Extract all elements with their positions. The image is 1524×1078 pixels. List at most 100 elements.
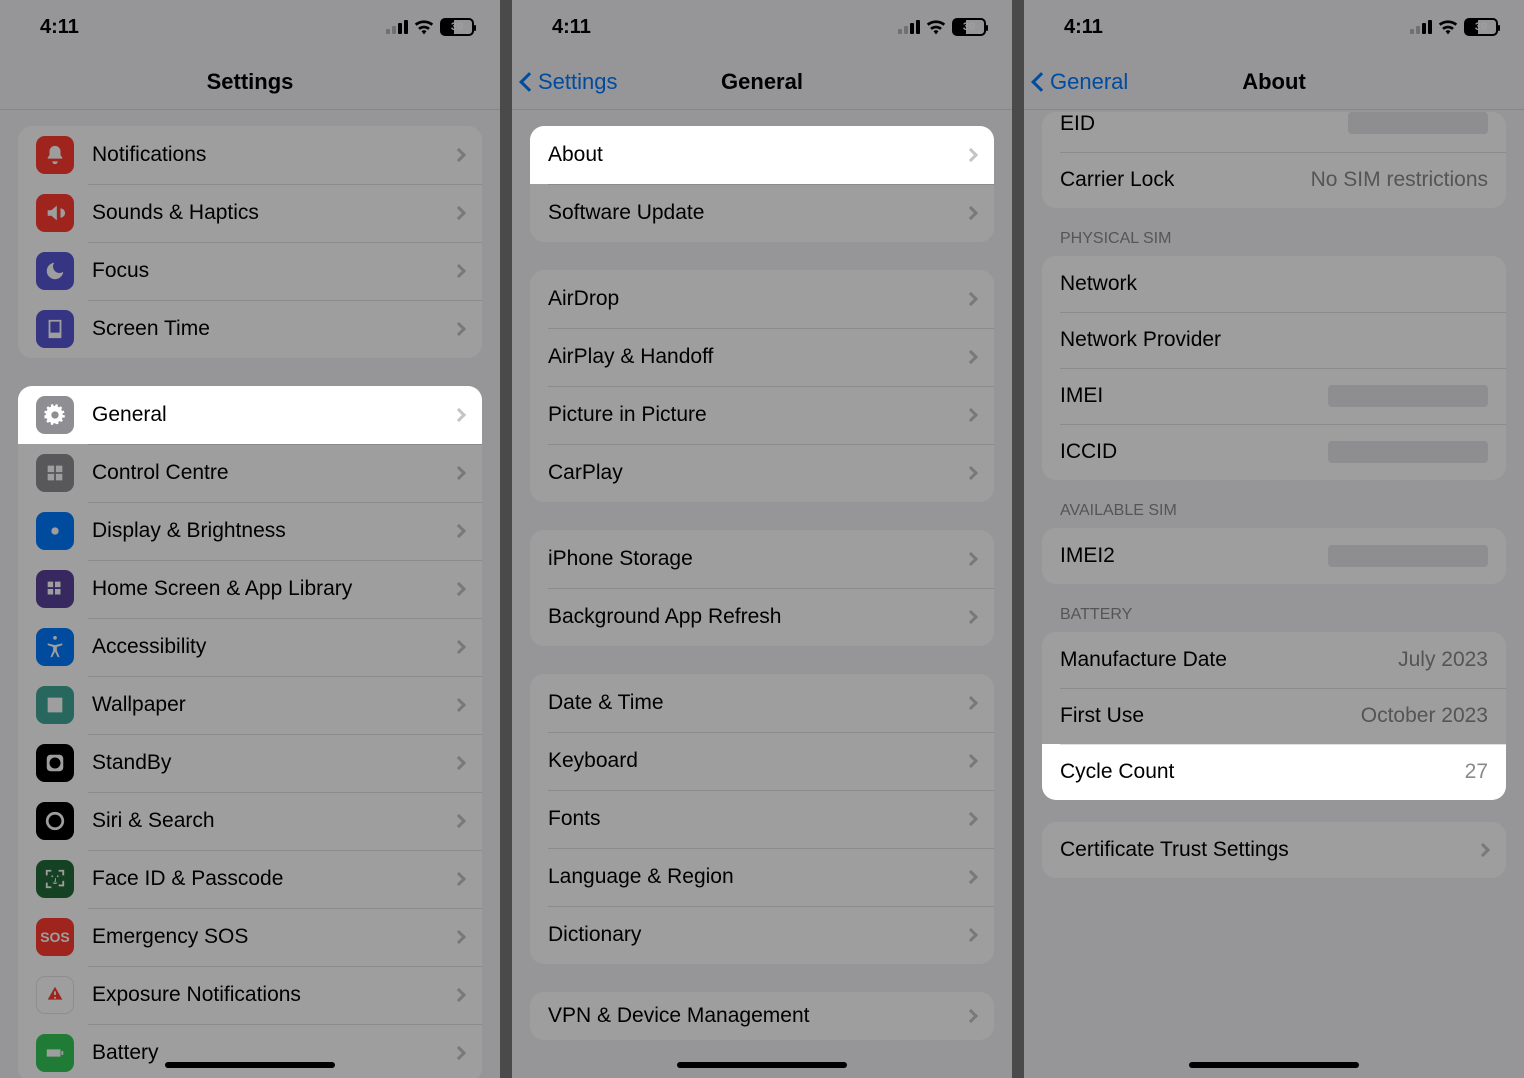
chevron-right-icon (452, 640, 466, 654)
sounds-icon (36, 194, 74, 232)
row-label: Date & Time (548, 691, 956, 715)
row-label: IMEI (1060, 384, 1328, 408)
settings-row-exposure-notifications[interactable]: Exposure Notifications (18, 966, 482, 1024)
row-label: Exposure Notifications (92, 983, 444, 1007)
section-header-physical-sim: PHYSICAL SIM (1042, 230, 1506, 256)
chevron-right-icon (964, 350, 978, 364)
about-group: EIDCarrier LockNo SIM restrictions (1042, 112, 1506, 208)
about-list[interactable]: EIDCarrier LockNo SIM restrictions PHYSIC… (1024, 110, 1524, 900)
about-row-certificate-trust-settings[interactable]: Certificate Trust Settings (1042, 822, 1506, 878)
general-group: AirDrop AirPlay & Handoff Picture in Pictu… (530, 270, 994, 502)
settings-row-notifications[interactable]: Notifications (18, 126, 482, 184)
settings-list[interactable]: NotificationsSounds & Haptics Focus Screen… (0, 110, 500, 1078)
row-label: AirPlay & Handoff (548, 345, 956, 369)
back-button[interactable]: Settings (512, 69, 618, 95)
general-row-about[interactable]: About (530, 126, 994, 184)
home-indicator[interactable] (165, 1062, 335, 1068)
settings-group: GeneralControl CentreDisplay & Brightnes… (18, 386, 482, 1078)
row-value: October 2023 (1361, 704, 1488, 728)
sos-icon: SOS (36, 918, 74, 956)
chevron-right-icon (452, 466, 466, 480)
notifications-icon (36, 136, 74, 174)
settings-row-general[interactable]: General (18, 386, 482, 444)
general-list[interactable]: About Software Update AirDrop AirPlay & Han… (512, 110, 1012, 1068)
row-label: Network (1060, 272, 1488, 296)
faceid-icon (36, 860, 74, 898)
row-label: Dictionary (548, 923, 956, 947)
general-row-background-app-refresh[interactable]: Background App Refresh (530, 588, 994, 646)
settings-row-home-screen-app-library[interactable]: Home Screen & App Library (18, 560, 482, 618)
chevron-right-icon (452, 988, 466, 1002)
settings-row-display-brightness[interactable]: Display & Brightness (18, 502, 482, 560)
chevron-right-icon (964, 812, 978, 826)
general-row-airdrop[interactable]: AirDrop (530, 270, 994, 328)
row-label: ICCID (1060, 440, 1328, 464)
settings-row-sounds-haptics[interactable]: Sounds & Haptics (18, 184, 482, 242)
row-label: Wallpaper (92, 693, 444, 717)
chevron-right-icon (452, 698, 466, 712)
about-row-first-use: First UseOctober 2023 (1042, 688, 1506, 744)
back-button[interactable]: General (1024, 69, 1128, 95)
general-icon (36, 396, 74, 434)
status-time: 4:11 (1064, 16, 1103, 39)
settings-row-screen-time[interactable]: Screen Time (18, 300, 482, 358)
general-row-language-region[interactable]: Language & Region (530, 848, 994, 906)
row-value: No SIM restrictions (1311, 168, 1488, 192)
chevron-right-icon (964, 206, 978, 220)
general-row-carplay[interactable]: CarPlay (530, 444, 994, 502)
about-row-imei: IMEI (1042, 368, 1506, 424)
general-row-picture-in-picture[interactable]: Picture in Picture (530, 386, 994, 444)
general-row-airplay-handoff[interactable]: AirPlay & Handoff (530, 328, 994, 386)
row-label: About (548, 143, 956, 167)
row-label: iPhone Storage (548, 547, 956, 571)
battery-icon: 39 (952, 18, 986, 36)
row-label: Fonts (548, 807, 956, 831)
general-row-vpn-device-management[interactable]: VPN & Device Management (530, 992, 994, 1040)
chevron-right-icon (964, 754, 978, 768)
section-header-available-sim: AVAILABLE SIM (1042, 502, 1506, 528)
row-label: First Use (1060, 704, 1361, 728)
home-indicator[interactable] (677, 1062, 847, 1068)
general-row-iphone-storage[interactable]: iPhone Storage (530, 530, 994, 588)
settings-row-battery[interactable]: Battery (18, 1024, 482, 1078)
general-row-keyboard[interactable]: Keyboard (530, 732, 994, 790)
settings-row-standby[interactable]: StandBy (18, 734, 482, 792)
general-row-dictionary[interactable]: Dictionary (530, 906, 994, 964)
cellular-icon (898, 20, 920, 34)
row-label: Face ID & Passcode (92, 867, 444, 891)
settings-row-control-centre[interactable]: Control Centre (18, 444, 482, 502)
chevron-right-icon (964, 610, 978, 624)
general-row-date-time[interactable]: Date & Time (530, 674, 994, 732)
chevron-right-icon (964, 870, 978, 884)
row-label: Focus (92, 259, 444, 283)
screentime-icon (36, 310, 74, 348)
home-screen-icon (36, 570, 74, 608)
settings-row-siri-search[interactable]: Siri & Search (18, 792, 482, 850)
settings-row-emergency-sos[interactable]: SOSEmergency SOS (18, 908, 482, 966)
about-row-cycle-count: Cycle Count27 (1042, 744, 1506, 800)
settings-row-wallpaper[interactable]: Wallpaper (18, 676, 482, 734)
chevron-right-icon (452, 322, 466, 336)
row-label: Screen Time (92, 317, 444, 341)
about-group: Manufacture DateJuly 2023First UseOctobe… (1042, 632, 1506, 800)
status-bar: 4:11 39 (0, 0, 500, 54)
home-indicator[interactable] (1189, 1062, 1359, 1068)
standby-icon (36, 744, 74, 782)
section-header-battery: BATTERY (1042, 606, 1506, 632)
siri-icon (36, 802, 74, 840)
chevron-right-icon (452, 408, 466, 422)
about-row-network: Network (1042, 256, 1506, 312)
general-row-software-update[interactable]: Software Update (530, 184, 994, 242)
settings-row-face-id-passcode[interactable]: Face ID & Passcode (18, 850, 482, 908)
general-row-fonts[interactable]: Fonts (530, 790, 994, 848)
focus-icon (36, 252, 74, 290)
chevron-right-icon (452, 814, 466, 828)
row-label: CarPlay (548, 461, 956, 485)
settings-row-focus[interactable]: Focus (18, 242, 482, 300)
row-label: EID (1060, 112, 1348, 136)
row-value: July 2023 (1398, 648, 1488, 672)
about-group: NetworkNetwork ProviderIMEIICCID (1042, 256, 1506, 480)
row-label: AirDrop (548, 287, 956, 311)
chevron-right-icon (964, 292, 978, 306)
settings-row-accessibility[interactable]: Accessibility (18, 618, 482, 676)
